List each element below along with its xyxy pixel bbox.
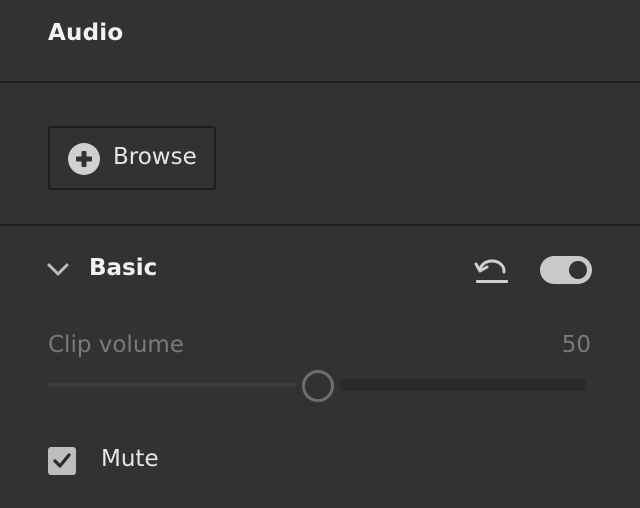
- clip-volume-value: 50: [561, 332, 591, 358]
- panel-header: Audio: [0, 0, 640, 82]
- browse-label: Browse: [113, 144, 197, 170]
- clip-volume-label: Clip volume: [48, 332, 184, 358]
- section-title: Basic: [89, 255, 158, 281]
- mute-label: Mute: [101, 446, 159, 472]
- slider-track-filled: [48, 383, 296, 387]
- plus-circle-icon: [68, 143, 100, 175]
- basic-section-header[interactable]: Basic: [0, 244, 640, 296]
- slider-track-empty: [340, 379, 586, 391]
- header-divider: [0, 81, 640, 83]
- mute-checkbox[interactable]: [48, 447, 76, 475]
- section-enable-toggle[interactable]: [540, 256, 592, 284]
- undo-icon[interactable]: [474, 254, 510, 286]
- clip-volume-slider[interactable]: [48, 366, 588, 406]
- browse-button[interactable]: Browse: [48, 126, 216, 190]
- panel-title: Audio: [48, 20, 124, 46]
- slider-thumb[interactable]: [302, 370, 334, 402]
- checkmark-icon: [53, 453, 71, 468]
- toggle-knob: [569, 261, 587, 279]
- section-divider: [0, 224, 640, 226]
- chevron-down-icon[interactable]: [46, 261, 70, 279]
